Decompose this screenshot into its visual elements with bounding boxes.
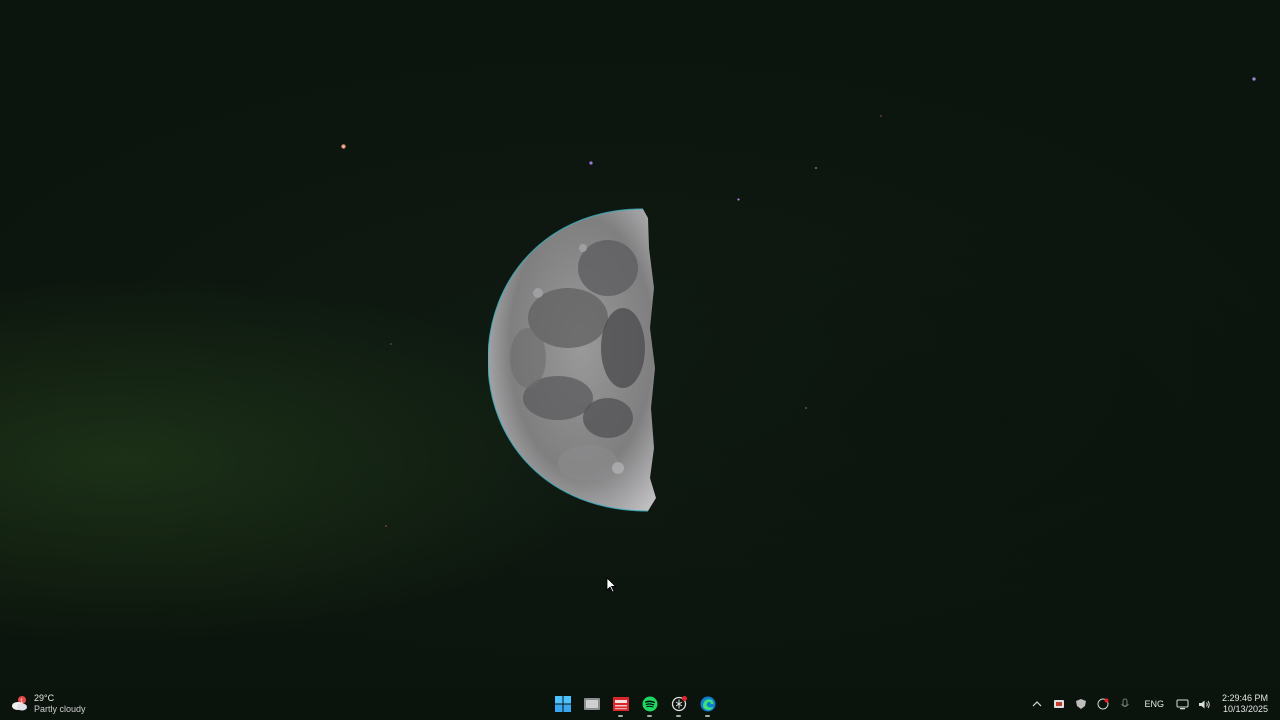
chatgpt-icon — [671, 696, 687, 712]
microphone-icon[interactable] — [1116, 695, 1134, 713]
star — [815, 167, 817, 169]
moon-wallpaper — [488, 208, 658, 512]
news-icon — [612, 697, 629, 711]
edge-browser-icon — [700, 696, 715, 712]
partly-cloudy-icon: 1 — [10, 694, 30, 714]
system-tray: ENG 2:29:46 PM 10/13/2025 — [1026, 688, 1280, 720]
chatgpt-tray-icon[interactable] — [1094, 695, 1112, 713]
running-indicator — [618, 715, 623, 717]
taskbar: 1 29°C Partly cloudy ENG 2:29:46 PM 10/1… — [0, 688, 1280, 720]
volume-icon[interactable] — [1196, 695, 1214, 713]
show-hidden-icons-chevron-icon[interactable] — [1028, 695, 1046, 713]
star — [341, 144, 346, 149]
chatgpt-button[interactable] — [668, 691, 689, 717]
clock[interactable]: 2:29:46 PM 10/13/2025 — [1222, 693, 1268, 715]
clock-time: 2:29:46 PM — [1221, 693, 1268, 703]
office-tray-icon[interactable] — [1050, 695, 1068, 713]
spotify-icon — [642, 696, 657, 712]
file-explorer-button[interactable] — [581, 691, 602, 717]
weather-condition: Partly cloudy — [34, 704, 86, 714]
news-app-button[interactable] — [610, 691, 631, 717]
security-shield-icon[interactable] — [1072, 695, 1090, 713]
weather-widget[interactable]: 1 29°C Partly cloudy — [10, 691, 86, 717]
star — [805, 407, 807, 409]
taskbar-apps — [552, 690, 718, 718]
running-indicator — [647, 715, 652, 717]
star — [737, 198, 740, 201]
running-indicator — [705, 715, 710, 717]
star — [385, 525, 387, 527]
spotify-button[interactable] — [639, 691, 660, 717]
star — [1252, 77, 1256, 81]
language-indicator[interactable]: ENG — [1144, 699, 1164, 709]
windows-start-icon — [554, 696, 571, 712]
desktop[interactable]: 1 29°C Partly cloudy ENG 2:29:46 PM 10/1… — [0, 0, 1280, 720]
star — [390, 343, 392, 345]
running-indicator — [676, 715, 681, 717]
network-icon[interactable] — [1174, 695, 1192, 713]
file-explorer-icon — [583, 698, 600, 710]
mouse-cursor-icon — [606, 577, 618, 593]
weather-temperature: 29°C — [34, 693, 55, 703]
star — [589, 161, 593, 165]
star — [880, 115, 882, 117]
edge-browser-button[interactable] — [697, 691, 718, 717]
clock-date: 10/13/2025 — [1222, 704, 1268, 714]
start-button[interactable] — [552, 691, 573, 717]
